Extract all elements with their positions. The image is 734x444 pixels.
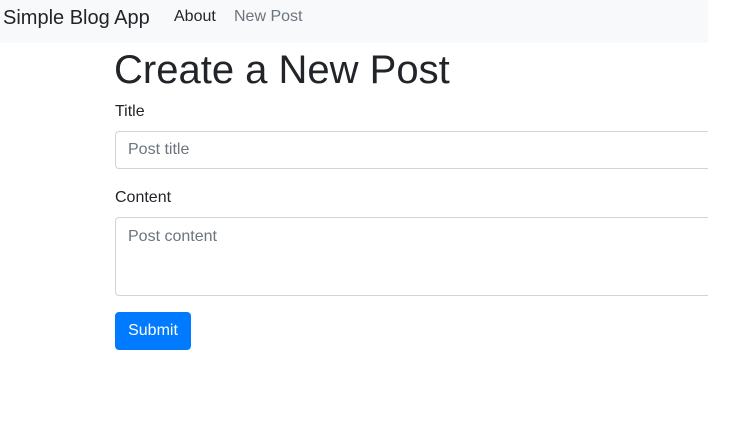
- content-textarea[interactable]: [115, 217, 708, 296]
- page: Simple Blog App About New Post Create a …: [0, 0, 708, 444]
- submit-button[interactable]: Submit: [115, 312, 191, 350]
- nav-link-new-post[interactable]: New Post: [234, 7, 302, 27]
- content-label: Content: [115, 189, 172, 206]
- page-title: Create a New Post: [114, 48, 450, 92]
- nav-link-about[interactable]: About: [174, 7, 216, 27]
- navbar-brand[interactable]: Simple Blog App: [3, 6, 150, 30]
- title-input[interactable]: [115, 131, 708, 169]
- title-label: Title: [115, 103, 145, 120]
- navbar: Simple Blog App About New Post: [0, 0, 708, 43]
